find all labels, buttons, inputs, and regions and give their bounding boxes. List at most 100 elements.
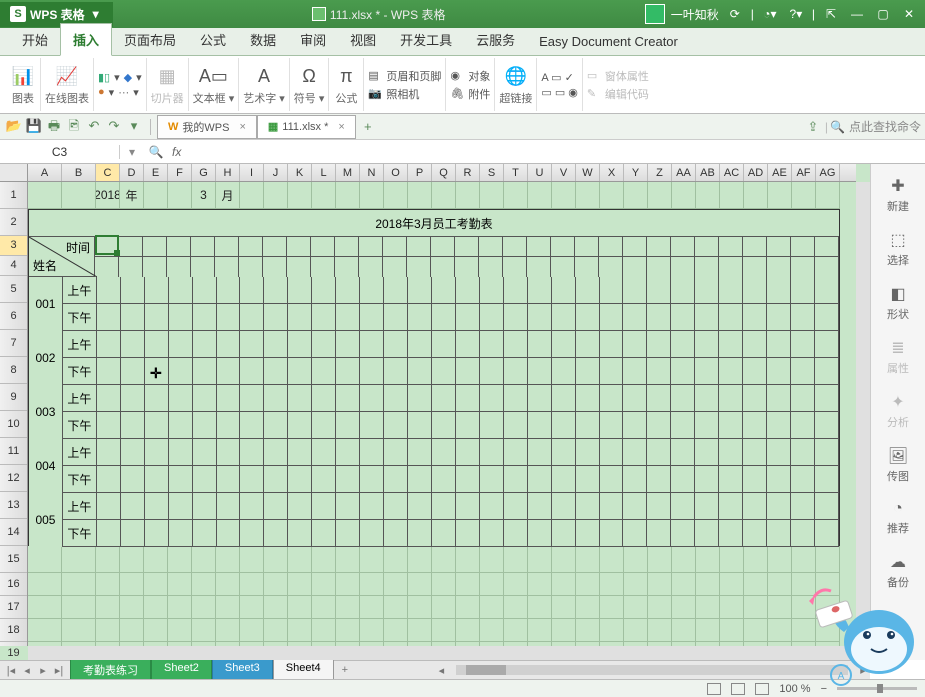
attend-cell[interactable]: [432, 412, 456, 439]
attend-cell[interactable]: [480, 493, 504, 520]
cell-T16[interactable]: [504, 573, 528, 596]
cell-P1[interactable]: [408, 182, 432, 209]
attend-cell[interactable]: [815, 385, 839, 412]
attend-cell[interactable]: [312, 520, 336, 547]
attend-cell[interactable]: [264, 277, 288, 304]
col-header-R[interactable]: R: [456, 164, 480, 181]
sheet-tab-Sheet4[interactable]: Sheet4: [273, 660, 334, 681]
attend-cell[interactable]: [743, 520, 767, 547]
ribbon-对象[interactable]: ◉对象: [450, 68, 490, 84]
attend-cell[interactable]: [360, 466, 384, 493]
cell-O15[interactable]: [384, 546, 408, 573]
attend-cell[interactable]: [719, 385, 743, 412]
add-sheet-button[interactable]: +: [334, 664, 356, 676]
attend-cell[interactable]: [504, 520, 528, 547]
attend-cell[interactable]: [647, 466, 671, 493]
sync-icon[interactable]: ⟳: [725, 4, 745, 24]
attend-cell[interactable]: [623, 520, 647, 547]
attend-cell[interactable]: [145, 439, 169, 466]
attend-cell[interactable]: [97, 277, 121, 304]
attend-cell[interactable]: [528, 493, 552, 520]
attend-cell[interactable]: [623, 466, 647, 493]
date-header-L[interactable]: [311, 237, 335, 257]
attend-cell[interactable]: [169, 304, 193, 331]
attend-cell[interactable]: [623, 331, 647, 358]
attend-cell[interactable]: [288, 520, 312, 547]
cell-R16[interactable]: [456, 573, 480, 596]
cell-Q18[interactable]: [432, 619, 456, 642]
cell-S1[interactable]: [480, 182, 504, 209]
cell-AC18[interactable]: [720, 619, 744, 642]
row-header-13[interactable]: 13: [0, 492, 27, 519]
date-header-V[interactable]: [551, 237, 575, 257]
date-header-R[interactable]: [455, 257, 479, 277]
attend-cell[interactable]: [121, 439, 145, 466]
cell-grid[interactable]: 2018年3月2018年3月员工考勤表时间姓名001上午下午002上午下午003…: [28, 182, 856, 646]
date-header-Y[interactable]: [623, 237, 647, 257]
attend-cell[interactable]: [384, 331, 408, 358]
cell-X18[interactable]: [600, 619, 624, 642]
date-header-T[interactable]: [503, 257, 527, 277]
attend-cell[interactable]: [600, 277, 624, 304]
cell-G18[interactable]: [192, 619, 216, 642]
date-header-O[interactable]: [383, 257, 407, 277]
cell-E16[interactable]: [144, 573, 168, 596]
attend-cell[interactable]: [600, 385, 624, 412]
cell-J1[interactable]: [264, 182, 288, 209]
attend-cell[interactable]: [456, 277, 480, 304]
app-menu-dropdown[interactable]: ▾: [89, 7, 103, 21]
attend-cell[interactable]: [671, 439, 695, 466]
attend-cell[interactable]: [456, 385, 480, 412]
qat-button[interactable]: 🖻: [64, 118, 84, 138]
cell-AD15[interactable]: [744, 546, 768, 573]
cell-X15[interactable]: [600, 546, 624, 573]
col-header-AD[interactable]: AD: [744, 164, 768, 181]
cell-K16[interactable]: [288, 573, 312, 596]
attend-cell[interactable]: [336, 277, 360, 304]
attend-cell[interactable]: [576, 331, 600, 358]
attend-cell[interactable]: [767, 412, 791, 439]
cell-AC15[interactable]: [720, 546, 744, 573]
cell-A18[interactable]: [28, 619, 62, 642]
date-header-R[interactable]: [455, 237, 479, 257]
attend-cell[interactable]: [288, 304, 312, 331]
attend-cell[interactable]: [647, 385, 671, 412]
row-header-6[interactable]: 6: [0, 303, 27, 330]
attend-cell[interactable]: [576, 466, 600, 493]
attend-cell[interactable]: [719, 466, 743, 493]
cell-V1[interactable]: [552, 182, 576, 209]
sheet-tab-考勤表练习[interactable]: 考勤表练习: [70, 660, 151, 681]
date-header-AD[interactable]: [743, 237, 767, 257]
attend-cell[interactable]: [432, 358, 456, 385]
attend-cell[interactable]: [552, 520, 576, 547]
attend-cell[interactable]: [576, 277, 600, 304]
attend-cell[interactable]: [528, 466, 552, 493]
ribbon-文本框[interactable]: 文本框 ▾: [193, 90, 235, 106]
pane-推荐[interactable]: ◔推荐: [871, 494, 925, 542]
attend-cell[interactable]: [264, 331, 288, 358]
tab-nav-next[interactable]: ▸: [36, 664, 50, 677]
cell-C1[interactable]: 2018: [96, 182, 120, 209]
attend-cell[interactable]: [480, 520, 504, 547]
date-header-C[interactable]: [95, 237, 119, 257]
cell-L18[interactable]: [312, 619, 336, 642]
add-doc-tab[interactable]: +: [358, 117, 378, 137]
attend-cell[interactable]: [312, 439, 336, 466]
attend-cell[interactable]: [600, 304, 624, 331]
cell-A15[interactable]: [28, 546, 62, 573]
attend-cell[interactable]: [288, 466, 312, 493]
cell-U17[interactable]: [528, 596, 552, 619]
attend-cell[interactable]: [432, 493, 456, 520]
pane-选择[interactable]: ⬚选择: [871, 224, 925, 274]
attend-cell[interactable]: [240, 277, 264, 304]
date-header-E[interactable]: [143, 257, 167, 277]
attend-cell[interactable]: [408, 385, 432, 412]
attend-cell[interactable]: [432, 466, 456, 493]
cell-O1[interactable]: [384, 182, 408, 209]
attend-cell[interactable]: [719, 439, 743, 466]
cell-J15[interactable]: [264, 546, 288, 573]
cell-AG15[interactable]: [816, 546, 840, 573]
attend-cell[interactable]: [384, 412, 408, 439]
attend-cell[interactable]: [288, 385, 312, 412]
attend-cell[interactable]: [528, 304, 552, 331]
